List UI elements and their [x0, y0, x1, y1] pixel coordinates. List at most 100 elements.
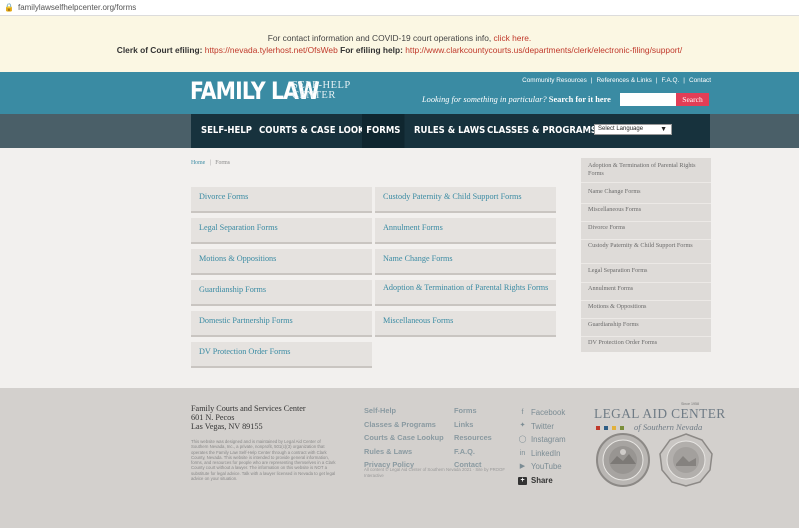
form-motions-oppositions[interactable]: Motions & Oppositions: [191, 249, 372, 275]
legal-aid-title: LEGAL AID CENTER: [594, 406, 726, 421]
footer-link-courts-case-lookup[interactable]: Courts & Case Lookup: [364, 431, 444, 445]
social-label: YouTube: [531, 462, 562, 472]
logo-subtitle: SELF-HELP CENTER: [292, 80, 351, 101]
url-text: familylawselfhelpcenter.org/forms: [17, 3, 137, 12]
nevada-state-seal: [596, 433, 650, 487]
twitter-icon: ✦: [519, 422, 526, 430]
footer-link-self-help[interactable]: Self-Help: [364, 404, 444, 418]
sidebar-item-name-change[interactable]: Name Change Forms: [581, 188, 711, 204]
lock-icon: 🔒: [4, 3, 14, 12]
sidebar-item-miscellaneous[interactable]: Miscellaneous Forms: [581, 206, 711, 222]
nav-courts-case-lookup[interactable]: COURTS & CASE LOOKUP: [259, 114, 378, 148]
site-header: FAMILY LAW SELF-HELP CENTER Community Re…: [0, 72, 799, 114]
address-bar[interactable]: 🔒 familylawselfhelpcenter.org/forms: [0, 0, 799, 16]
efiling-link[interactable]: https://nevada.tylerhost.net/OfsWeb: [205, 45, 338, 55]
forms-sidebar: Adoption & Termination of Parental Right…: [581, 158, 711, 352]
community-resources-link[interactable]: Community Resources: [522, 77, 587, 84]
footer-link-classes-programs[interactable]: Classes & Programs: [364, 418, 444, 432]
notice-line-2: Clerk of Court efiling: https://nevada.t…: [0, 45, 799, 55]
footer-copyright: All content © Legal Aid Center of Southe…: [364, 467, 505, 478]
instagram-icon: ◯: [518, 435, 527, 443]
sidebar-item-motions-oppositions[interactable]: Motions & Oppositions: [581, 303, 711, 319]
footer-address: Family Courts and Services Center 601 N.…: [191, 404, 306, 431]
breadcrumb-separator: |: [209, 160, 211, 166]
social-label: Twitter: [531, 421, 554, 431]
sidebar-item-custody-paternity[interactable]: Custody Paternity & Child Support Forms: [581, 242, 711, 264]
search-button[interactable]: Search: [676, 93, 709, 106]
sidebar-item-legal-separation[interactable]: Legal Separation Forms: [581, 267, 711, 283]
form-custody-paternity[interactable]: Custody Paternity & Child Support Forms: [375, 187, 556, 213]
faq-link[interactable]: F.A.Q.: [662, 77, 680, 84]
language-select-value: Select Language: [598, 126, 644, 132]
logo-square: [620, 426, 624, 430]
linkedin-icon: in: [519, 449, 526, 457]
social-instagram[interactable]: ◯ Instagram: [518, 433, 566, 447]
sidebar-item-annulment[interactable]: Annulment Forms: [581, 285, 711, 301]
references-links-link[interactable]: References & Links: [596, 77, 651, 84]
form-name-change[interactable]: Name Change Forms: [375, 249, 556, 275]
nav-self-help[interactable]: SELF-HELP: [201, 114, 252, 148]
form-domestic-partnership[interactable]: Domestic Partnership Forms: [191, 311, 372, 337]
breadcrumb-home[interactable]: Home: [191, 160, 205, 166]
clark-county-seal: [659, 433, 713, 487]
sidebar-item-divorce[interactable]: Divorce Forms: [581, 224, 711, 240]
form-adoption-termination[interactable]: Adoption & Termination of Parental Right…: [375, 280, 556, 306]
sidebar-item-dv-protection-order[interactable]: DV Protection Order Forms: [581, 339, 711, 352]
footer-link-rules-laws[interactable]: Rules & Laws: [364, 445, 444, 459]
nav-forms[interactable]: FORMS: [362, 114, 405, 148]
main-nav: SELF-HELP COURTS & CASE LOOKUP FORMS RUL…: [0, 114, 799, 148]
efiling-help-label: For efiling help:: [340, 45, 403, 55]
legal-aid-subtitle: of Southern Nevada: [634, 422, 703, 432]
separator: |: [655, 77, 658, 84]
notice-line-1: For contact information and COVID-19 cou…: [0, 33, 799, 43]
efiling-help-link[interactable]: http://www.clarkcountycourts.us/departme…: [405, 45, 682, 55]
language-select[interactable]: Select Language ▼: [594, 124, 672, 135]
click-here-link[interactable]: click here.: [494, 33, 532, 43]
chevron-down-icon: ▼: [660, 126, 667, 133]
form-divorce[interactable]: Divorce Forms: [191, 187, 372, 213]
nav-classes-programs[interactable]: CLASSES & PROGRAMS: [487, 114, 597, 148]
covid-notice: For contact information and COVID-19 cou…: [0, 16, 799, 72]
social-twitter[interactable]: ✦ Twitter: [518, 420, 566, 434]
address-line: 601 N. Pecos: [191, 413, 235, 422]
separator: |: [590, 77, 593, 84]
search-input[interactable]: [620, 93, 676, 106]
share-button[interactable]: + Share: [518, 474, 566, 488]
sidebar-item-guardianship[interactable]: Guardianship Forms: [581, 321, 711, 337]
address-line: Las Vegas, NV 89155: [191, 422, 263, 431]
social-linkedin[interactable]: in LinkedIn: [518, 447, 566, 461]
nav-rules-laws[interactable]: RULES & LAWS: [414, 114, 485, 148]
breadcrumb: Home | Forms: [191, 160, 230, 166]
top-links: Community Resources | References & Links | F…: [522, 77, 711, 84]
form-legal-separation[interactable]: Legal Separation Forms: [191, 218, 372, 244]
form-annulment[interactable]: Annulment Forms: [375, 218, 556, 244]
social-links: f Facebook ✦ Twitter ◯ Instagram in LinkedIn…: [518, 406, 566, 488]
efiling-label: Clerk of Court efiling:: [116, 45, 203, 55]
footer-link-links[interactable]: Links: [454, 418, 492, 432]
footer-link-faq[interactable]: F.A.Q.: [454, 445, 492, 459]
footer-links-col-2: Forms Links Resources F.A.Q. Contact: [454, 404, 492, 472]
logo-square: [612, 426, 616, 430]
logo-sub-line-2: CENTER: [292, 90, 336, 101]
form-guardianship[interactable]: Guardianship Forms: [191, 280, 372, 306]
facebook-icon: f: [521, 408, 524, 416]
social-youtube[interactable]: ▶ YouTube: [518, 460, 566, 474]
form-dv-protection-order[interactable]: DV Protection Order Forms: [191, 342, 372, 368]
breadcrumb-current: Forms: [215, 160, 231, 166]
notice-text: For contact information and COVID-19 cou…: [267, 33, 492, 43]
sidebar-item-adoption-termination[interactable]: Adoption & Termination of Parental Right…: [581, 162, 711, 183]
separator: |: [683, 77, 685, 84]
search-prompt: Looking for something in particular?: [422, 95, 547, 104]
social-label: Facebook: [531, 408, 566, 417]
social-facebook[interactable]: f Facebook: [518, 406, 566, 420]
share-icon: +: [518, 476, 527, 485]
contact-link[interactable]: Contact: [689, 77, 711, 84]
form-miscellaneous[interactable]: Miscellaneous Forms: [375, 311, 556, 337]
social-label: LinkedIn: [531, 448, 561, 458]
footer-links-col-1: Self-Help Classes & Programs Courts & Ca…: [364, 404, 444, 472]
footer-link-forms[interactable]: Forms: [454, 404, 492, 418]
address-line: Family Courts and Services Center: [191, 404, 306, 413]
footer-link-resources[interactable]: Resources: [454, 431, 492, 445]
footer-disclaimer: This website was designed and is maintai…: [191, 439, 336, 482]
search-cta: Search for it here: [548, 95, 611, 104]
